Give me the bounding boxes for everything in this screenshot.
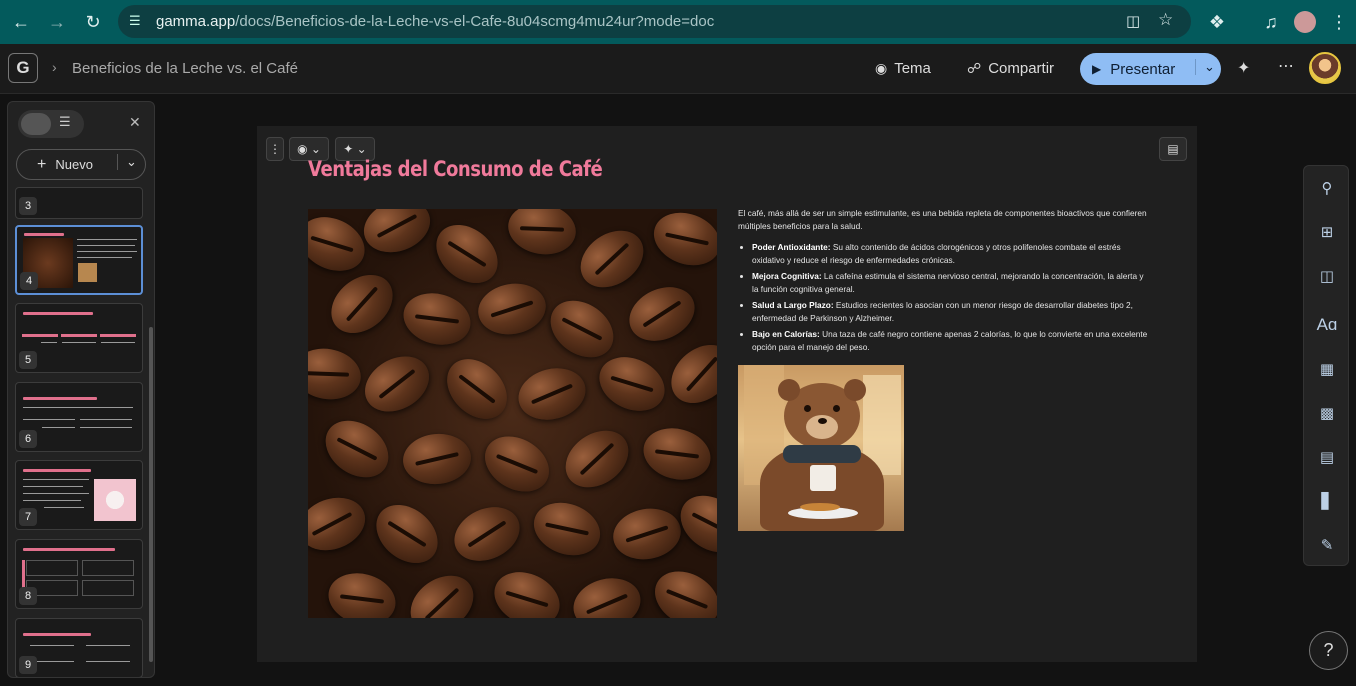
plus-icon: + [37,155,47,173]
url-domain: gamma.app [156,13,236,30]
new-slide-label: Nuevo [55,157,93,172]
slide-number: 5 [19,351,37,369]
url-path: /docs/Beneficios-de-la-Leche-vs-el-Cafe-… [235,13,715,30]
benefits-list: Poder Antioxidante: Su alto contenido de… [738,241,1148,354]
slide-number: 6 [19,430,37,448]
list-item: Bajo en Calorías: Una taza de café negro… [752,328,1148,354]
list-item: Mejora Cognitiva: La cafeína estimula el… [752,270,1148,296]
more-options-icon[interactable]: ⋯ [1278,56,1294,76]
slide-thumb-4[interactable]: 4 [15,225,143,295]
palette-icon: ◉ [875,60,888,76]
slide-thumb-7[interactable]: 7 [15,460,143,530]
slide-title[interactable]: Ventajas del Consumo de Café [308,157,603,181]
chart-icon[interactable]: ▋ [1316,490,1338,512]
share-button[interactable]: ☍ Compartir [967,60,1054,77]
new-slide-button[interactable]: + Nuevo ⌄ [16,149,146,180]
right-toolbar: ⚲ ⊞ ◫ Aɑ ▦ ▩ ▤ ▋ ✎ [1303,165,1349,566]
image-icon[interactable]: ▦ [1316,358,1338,380]
grid-view-icon[interactable] [21,113,51,135]
slide-thumb-3[interactable]: 3 [15,187,143,219]
install-app-icon[interactable]: ◫ [1126,12,1140,30]
card-notes-icon[interactable]: ▤ [1159,137,1187,161]
theme-button[interactable]: ◉ Tema [875,60,931,77]
url-text: gamma.app/docs/Beneficios-de-la-Leche-vs… [156,13,714,30]
list-item: Poder Antioxidante: Su alto contenido de… [752,241,1148,267]
slide-number: 9 [19,656,37,674]
slide-number: 8 [19,587,37,605]
slide-thumb-9[interactable]: 9 [15,618,143,677]
bullet-title: Bajo en Calorías: [752,329,820,339]
card-menu-icon[interactable]: ⋮ [266,137,284,161]
present-dropdown-chevron-icon[interactable]: ⌄ [1195,59,1215,75]
view-toggle[interactable]: ☰ [18,110,84,138]
present-button[interactable]: ▶ Presentar ⌄ [1080,53,1221,85]
slide-thumb-6[interactable]: 6 [15,382,143,452]
present-label: Presentar [1110,60,1176,78]
forward-icon[interactable]: → [43,8,71,36]
panel-scrollbar[interactable] [149,327,153,662]
slide-thumb-8[interactable]: 8 [15,539,143,609]
slide-card: ⋮ ◉ ⌄ ✦ ⌄ ▤ Ventajas del Consumo de Café [257,126,1197,662]
list-view-icon[interactable]: ☰ [59,114,71,130]
gamma-logo[interactable]: G [8,53,38,83]
embed-icon[interactable]: ▤ [1316,446,1338,468]
app-header: G › Beneficios de la Leche vs. el Café ◉… [0,44,1356,94]
bullet-title: Poder Antioxidante: [752,242,831,252]
new-dropdown-chevron-icon[interactable]: ⌄ [117,154,137,170]
link-icon: ☍ [967,60,982,76]
share-label: Compartir [988,60,1055,77]
play-icon: ▶ [1092,62,1102,76]
slide-thumb-5[interactable]: 5 [15,303,143,373]
list-item: Salud a Largo Plazo: Estudios recientes … [752,299,1148,325]
doc-title[interactable]: Beneficios de la Leche vs. el Café [72,60,298,77]
slide-body-text[interactable]: El café, más allá de ser un simple estim… [738,207,1148,357]
bookmark-star-icon[interactable]: ☆ [1158,10,1173,30]
reload-icon[interactable]: ↻ [79,8,107,36]
help-button[interactable]: ? [1309,631,1348,670]
bear-with-coffee-image[interactable] [738,365,904,531]
search-icon[interactable]: ⚲ [1316,177,1338,199]
profile-avatar-icon[interactable] [1294,11,1316,33]
close-panel-icon[interactable]: ✕ [129,114,141,131]
add-card-icon[interactable]: ⊞ [1316,221,1338,243]
slide-number: 4 [20,272,38,290]
ai-sparkle-icon[interactable]: ✦ [1237,58,1250,78]
back-icon[interactable]: ← [7,8,35,36]
text-format-icon[interactable]: Aɑ [1316,314,1338,336]
slide-number: 7 [19,508,37,526]
user-avatar[interactable] [1309,52,1341,84]
slide-number: 3 [19,197,37,215]
site-settings-icon[interactable]: ☰ [129,13,141,29]
theme-label: Tema [894,60,931,77]
edit-draw-icon[interactable]: ✎ [1316,534,1338,556]
intro-paragraph: El café, más allá de ser un simple estim… [738,208,1147,231]
address-bar[interactable]: ☰ gamma.app/docs/Beneficios-de-la-Leche-… [118,5,1191,38]
bullet-title: Mejora Cognitiva: [752,271,822,281]
browser-toolbar: ← → ↻ ☰ gamma.app/docs/Beneficios-de-la-… [0,0,1356,44]
coffee-beans-image[interactable] [308,209,717,618]
extensions-icon[interactable]: ❖ [1203,8,1231,36]
slide-panel: ☰ ✕ + Nuevo ⌄ 3 4 5 6 7 8 9 [7,101,155,678]
bullet-title: Salud a Largo Plazo: [752,300,834,310]
layout-icon[interactable]: ◫ [1316,265,1338,287]
video-icon[interactable]: ▩ [1316,402,1338,424]
chrome-menu-icon[interactable]: ⋮ [1325,8,1353,36]
chevron-right-icon: › [52,59,57,75]
media-control-icon[interactable]: ♫ [1257,8,1285,36]
